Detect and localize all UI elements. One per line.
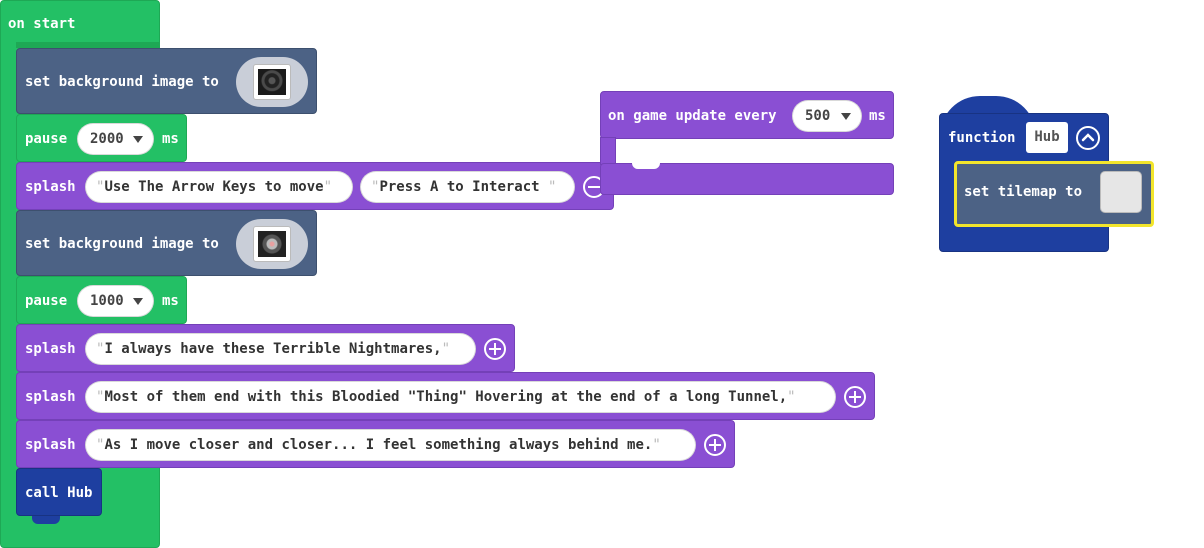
set-tilemap-label: set tilemap to (964, 184, 1083, 200)
update-interval-dropdown[interactable]: 500 (792, 100, 862, 132)
splash-text-input[interactable]: "I always have these Terrible Nightmares… (85, 333, 476, 365)
plus-icon[interactable] (704, 434, 726, 456)
splash-text-value: As I move closer and closer... I feel so… (104, 437, 653, 453)
on-start-label: on start (8, 16, 76, 32)
splash-block[interactable]: splash "Most of them end with this Blood… (16, 372, 875, 420)
chevron-up-icon[interactable] (1076, 126, 1100, 150)
plus-icon[interactable] (844, 386, 866, 408)
image-frame (253, 226, 291, 262)
set-background-image-label: set background image to (25, 236, 219, 252)
pause-unit-label: ms (162, 131, 179, 147)
chevron-down-icon (133, 298, 143, 305)
call-hub-block[interactable]: call Hub (16, 468, 102, 516)
update-interval-value: 500 (805, 108, 831, 124)
plus-icon[interactable] (484, 338, 506, 360)
on-game-update-label: on game update every (608, 108, 777, 124)
pause-block[interactable]: pause 2000 ms (16, 114, 187, 162)
game-update-empty-slot-notch (632, 163, 660, 169)
call-hub-bottom-notch (32, 516, 60, 524)
pause-duration-dropdown[interactable]: 1000 (77, 285, 154, 317)
set-background-image-block[interactable]: set background image to (16, 48, 317, 114)
function-name-value: Hub (1034, 129, 1060, 145)
chevron-down-icon (133, 136, 143, 143)
splash-text-input[interactable]: "Most of them end with this Bloodied "Th… (85, 381, 836, 413)
splash-label: splash (25, 179, 76, 195)
pause-duration-value: 2000 (90, 131, 124, 147)
function-hub-block[interactable]: function Hub set tilemap to (939, 113, 1154, 252)
on-game-update-side (600, 137, 616, 165)
pause-duration-value: 1000 (90, 293, 124, 309)
tilemap-picker[interactable] (1100, 171, 1142, 213)
splash-subtitle-value: Press A to Interact (379, 179, 549, 195)
splash-label: splash (25, 437, 76, 453)
splash-label: splash (25, 389, 76, 405)
splash-subtitle-input[interactable]: "Press A to Interact " (360, 171, 575, 203)
splash-label: splash (25, 341, 76, 357)
swirl-image-icon (258, 69, 286, 95)
call-hub-label: call Hub (25, 485, 93, 501)
update-interval-unit: ms (869, 108, 886, 124)
function-name-field[interactable]: Hub (1026, 122, 1068, 153)
splash-text-value: Most of them end with this Bloodied "Thi… (104, 389, 788, 405)
image-frame (253, 64, 291, 100)
on-game-update-block[interactable]: on game update every 500 ms (600, 91, 894, 139)
image-picker[interactable] (236, 57, 308, 107)
splash-text-value: Use The Arrow Keys to move (104, 179, 324, 195)
chevron-down-icon (841, 113, 851, 120)
pause-label: pause (25, 293, 68, 309)
pause-unit-label: ms (162, 293, 179, 309)
function-label: function (948, 130, 1016, 146)
splash-text-input[interactable]: "Use The Arrow Keys to move" (85, 171, 353, 203)
image-picker[interactable] (236, 219, 308, 269)
pause-label: pause (25, 131, 68, 147)
pause-block[interactable]: pause 1000 ms (16, 276, 187, 324)
set-background-image-label: set background image to (25, 74, 219, 90)
eye-image-icon (258, 231, 286, 257)
pause-duration-dropdown[interactable]: 2000 (77, 123, 154, 155)
splash-text-input[interactable]: "As I move closer and closer... I feel s… (85, 429, 696, 461)
set-background-image-block[interactable]: set background image to (16, 210, 317, 276)
splash-block[interactable]: splash "Use The Arrow Keys to move" "Pre… (16, 162, 614, 210)
splash-text-value: I always have these Terrible Nightmares, (104, 341, 442, 357)
splash-block[interactable]: splash "I always have these Terrible Nig… (16, 324, 515, 372)
set-tilemap-block[interactable]: set tilemap to (954, 161, 1154, 227)
splash-block[interactable]: splash "As I move closer and closer... I… (16, 420, 735, 468)
